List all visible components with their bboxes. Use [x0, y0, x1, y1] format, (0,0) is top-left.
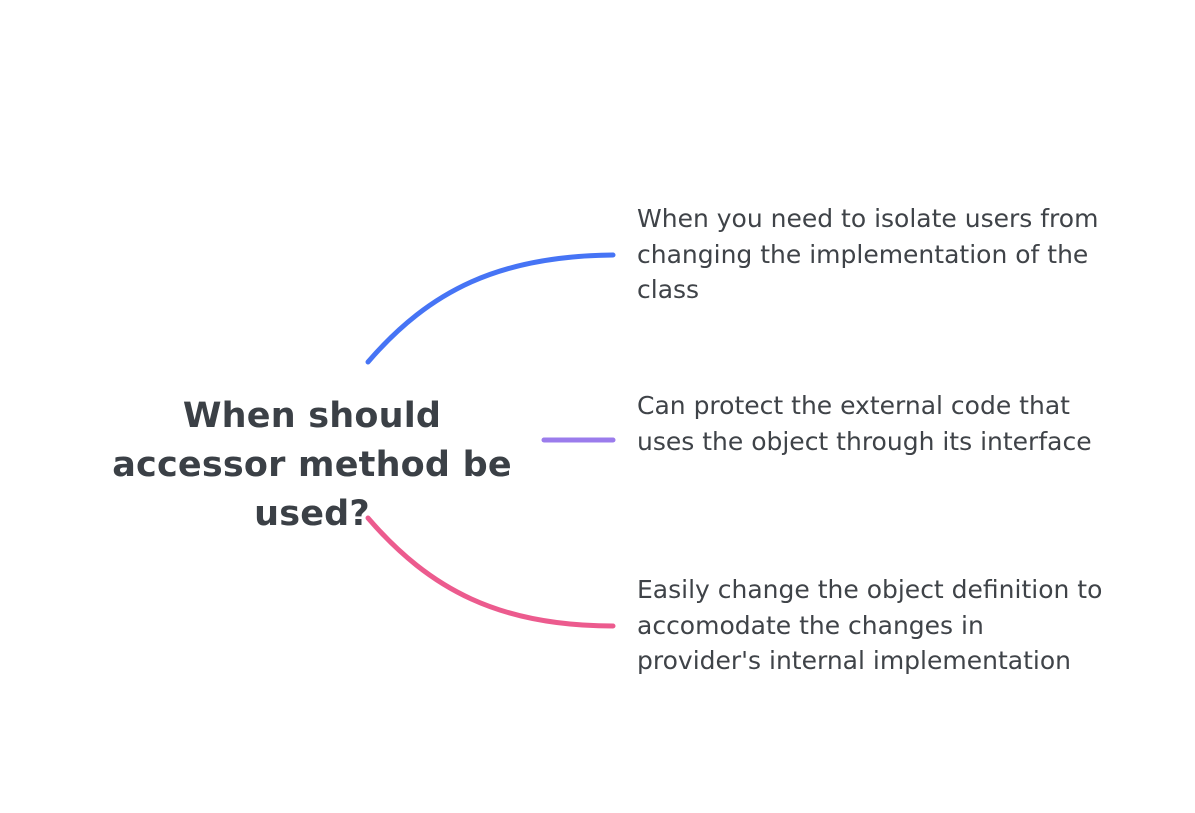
branch-topic-1[interactable]: When you need to isolate users from chan… [637, 201, 1107, 308]
branch-topic-2[interactable]: Can protect the external code that uses … [637, 388, 1107, 459]
central-topic[interactable]: When should accessor method be used? [100, 392, 524, 539]
branch-topic-3[interactable]: Easily change the object definition to a… [637, 572, 1107, 679]
branch-connector-1 [365, 252, 616, 365]
